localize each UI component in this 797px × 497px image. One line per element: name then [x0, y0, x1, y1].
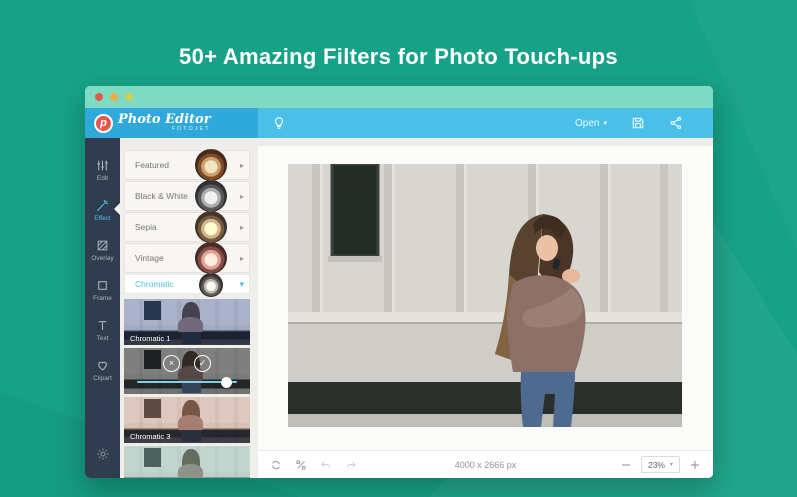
sidebar-item-frame[interactable]: Frame: [85, 270, 120, 310]
sidebar-item-label: Overlay: [91, 254, 114, 262]
share-icon[interactable]: [669, 116, 683, 130]
close-window-button[interactable]: [95, 93, 103, 101]
chevron-right-icon: ▸: [239, 191, 244, 201]
canvas-bottom-bar: 4000 x 2666 px 23% ▾: [258, 450, 713, 478]
effects-panel: Featured ▸ Black & White ▸ Sepia ▸ Vinta…: [120, 138, 258, 478]
category-thumbnail: [195, 180, 227, 212]
minimize-window-button[interactable]: [110, 93, 118, 101]
preset-chromatic-3[interactable]: Chromatic 3: [124, 397, 250, 443]
open-button[interactable]: Open ▾: [575, 118, 607, 129]
sidebar-item-label: Clipart: [93, 374, 112, 382]
tool-sidebar: Edit Effect Overlay Frame Text Clipart: [85, 138, 120, 478]
sidebar-item-overlay[interactable]: Overlay: [85, 230, 120, 270]
redo-icon[interactable]: [345, 459, 357, 471]
maximize-window-button[interactable]: [125, 93, 133, 101]
apply-filter-button[interactable]: ✓: [194, 355, 211, 372]
sidebar-item-label: Edit: [96, 174, 109, 182]
active-panel-pointer: [114, 203, 120, 215]
preset-thumbnail: [124, 446, 250, 478]
category-thumbnail: [195, 211, 227, 243]
sidebar-item-edit[interactable]: Edit: [85, 150, 120, 190]
filter-category-chromatic[interactable]: Chromatic ▾: [124, 273, 250, 297]
zoom-level-value: 23%: [647, 459, 665, 470]
chevron-right-icon: ▸: [239, 222, 244, 232]
chevron-down-icon: ▾: [239, 278, 244, 289]
overlay-icon: [97, 240, 108, 250]
filter-category-black-white[interactable]: Black & White ▸: [124, 180, 250, 212]
window-titlebar: [85, 86, 713, 108]
chevron-down-icon: ▾: [669, 462, 673, 468]
page-title: 50+ Amazing Filters for Photo Touch-ups: [179, 44, 618, 69]
editor-canvas: 4000 x 2666 px 23% ▾: [258, 138, 713, 478]
zoom-level-dropdown[interactable]: 23% ▾: [640, 456, 680, 473]
preset-list: Chromatic 1 × ✓ Chromatic 3: [124, 299, 250, 478]
header-toolbar: Open ▾: [258, 108, 713, 138]
sliders-icon: [97, 160, 108, 170]
zoom-out-icon[interactable]: [620, 459, 632, 471]
undo-icon[interactable]: [320, 459, 332, 471]
preset-chromatic-4[interactable]: [124, 446, 250, 478]
chevron-right-icon: ▸: [239, 160, 244, 170]
sidebar-item-label: Effect: [94, 214, 111, 222]
heart-icon: [98, 361, 107, 370]
settings-button[interactable]: [96, 447, 110, 466]
refresh-icon[interactable]: [270, 459, 282, 471]
chevron-right-icon: ▸: [239, 253, 244, 263]
preset-label: Chromatic 1: [124, 332, 250, 345]
percent-icon[interactable]: [295, 459, 307, 471]
filter-category-featured[interactable]: Featured ▸: [124, 149, 250, 181]
category-thumbnail: [195, 242, 227, 274]
category-thumbnail: [195, 149, 227, 181]
filter-category-vintage[interactable]: Vintage ▸: [124, 242, 250, 274]
logo-badge-icon: p: [94, 113, 113, 133]
gear-icon: [96, 448, 109, 460]
preset-chromatic-1[interactable]: Chromatic 1: [124, 299, 250, 345]
app-logo: p Photo Editor FOTOJET: [85, 108, 258, 138]
edited-photo[interactable]: [288, 164, 682, 427]
chevron-down-icon: ▾: [603, 119, 607, 127]
filter-category-sepia[interactable]: Sepia ▸: [124, 211, 250, 243]
cancel-filter-button[interactable]: ×: [163, 355, 180, 372]
app-subtitle: FOTOJET: [171, 126, 211, 133]
category-thumbnail: [199, 273, 223, 297]
app-name: Photo Editor: [118, 112, 211, 128]
preset-label: Chromatic 3: [124, 430, 250, 443]
sidebar-item-clipart[interactable]: Clipart: [85, 350, 120, 390]
sidebar-item-text[interactable]: Text: [85, 310, 120, 350]
save-icon[interactable]: [631, 116, 645, 130]
zoom-in-icon[interactable]: [689, 459, 701, 471]
frame-icon: [98, 280, 107, 290]
filter-intensity-slider[interactable]: [136, 376, 238, 388]
magic-wand-icon: [97, 199, 109, 211]
slider-knob[interactable]: [221, 376, 233, 388]
app-header: p Photo Editor FOTOJET Open ▾: [85, 108, 713, 138]
preset-active-overlay: × ✓: [124, 348, 250, 394]
preset-chromatic-2-active[interactable]: × ✓: [124, 348, 250, 394]
sidebar-item-label: Text: [96, 334, 109, 342]
lightbulb-icon[interactable]: [272, 116, 286, 130]
sidebar-item-label: Frame: [93, 294, 112, 302]
open-button-label: Open: [575, 117, 600, 129]
text-icon: [98, 320, 107, 330]
app-window: p Photo Editor FOTOJET Open ▾ Edit Effec…: [85, 86, 713, 478]
